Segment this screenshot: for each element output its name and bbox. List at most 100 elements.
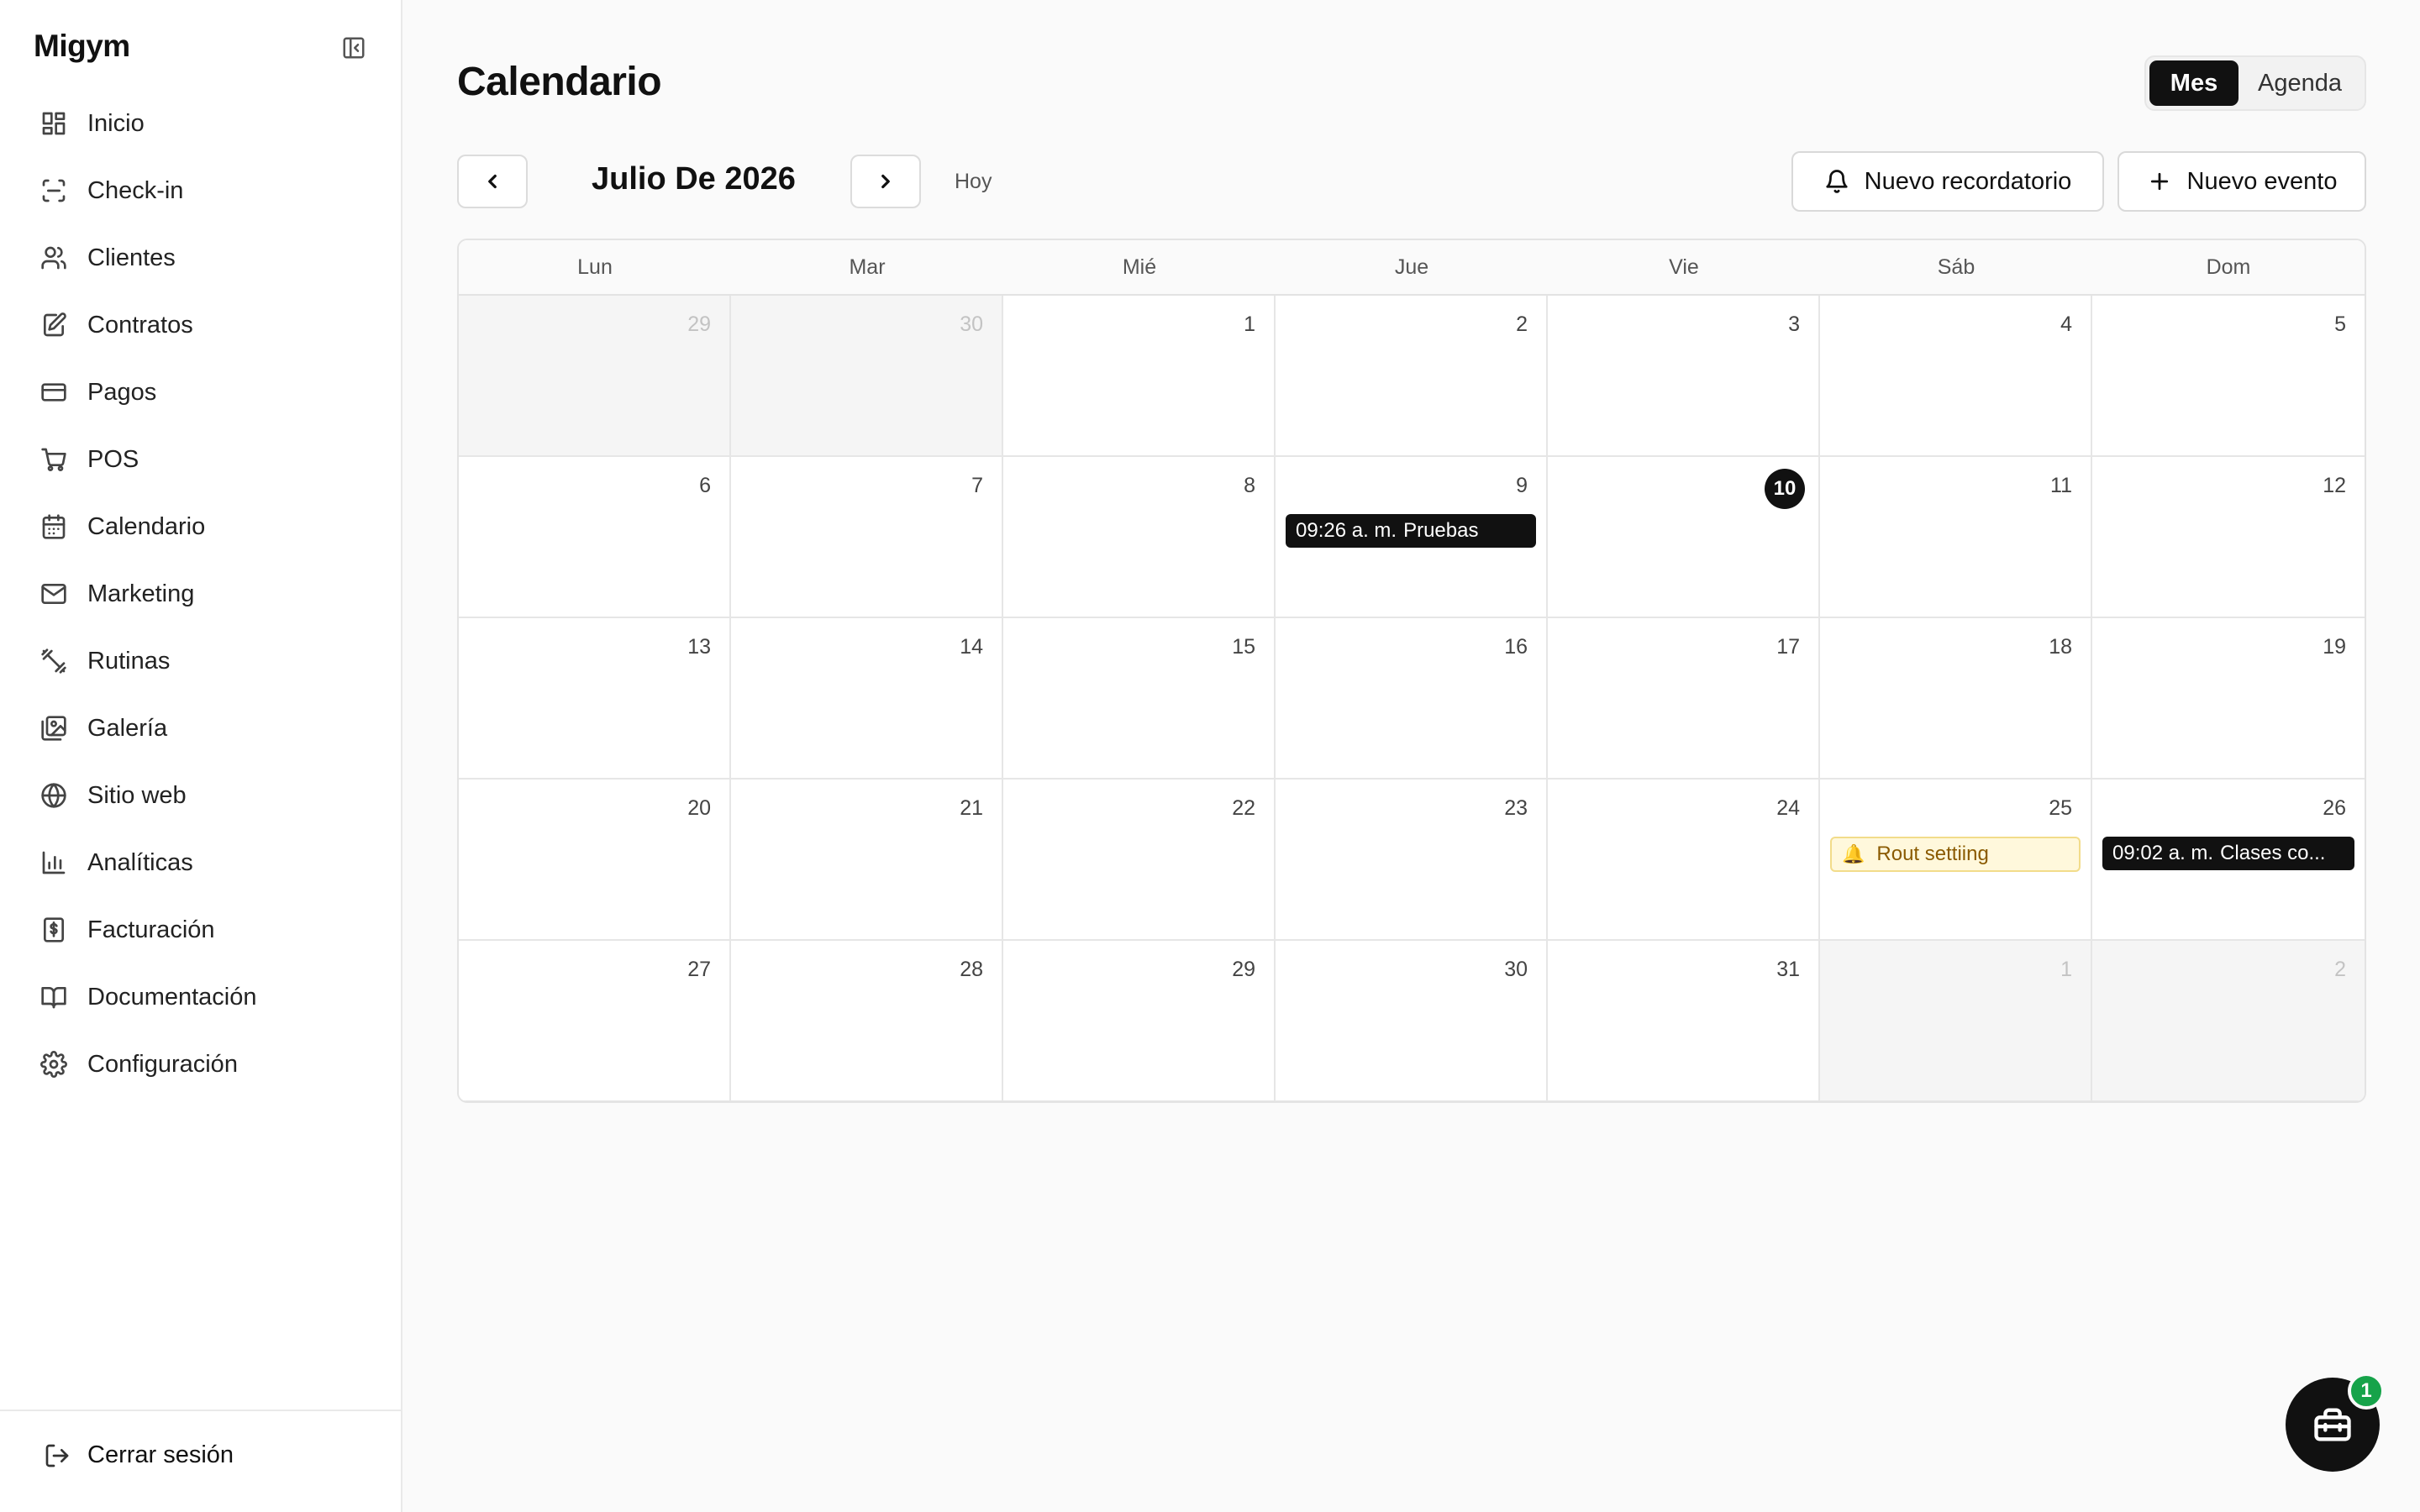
calendar-day[interactable]: 25 🔔 Rout settiing [1820,780,2092,941]
new-event-button[interactable]: Nuevo evento [2118,151,2366,212]
day-number: 23 [1504,796,1528,820]
calendar-day[interactable]: 19 [2092,618,2365,780]
sidebar-item-pos[interactable]: POS [17,426,387,493]
sidebar-item-label: Facturación [87,916,215,943]
calendar-day[interactable]: 23 [1276,780,1548,941]
today-button[interactable]: Hoy [955,170,992,194]
calendar-day[interactable]: 15 [1003,618,1276,780]
calendar-day[interactable]: 2 [1276,296,1548,457]
day-number: 2 [1516,312,1528,336]
sidebar-footer: Cerrar sesión [0,1410,402,1512]
calendar-day[interactable]: 2 [2092,941,2365,1101]
calendar-day[interactable]: 16 [1276,618,1548,780]
reminder-title: Rout settiing [1876,843,1989,865]
day-number: 9 [1516,474,1528,497]
weekday-label: Lun [577,255,613,279]
view-toggle: Mes Agenda [2144,55,2366,111]
view-month-button[interactable]: Mes [2149,60,2238,106]
sidebar-item-analiticas[interactable]: Analíticas [17,829,387,896]
calendar-day[interactable]: 21 [731,780,1003,941]
calendar-day[interactable]: 22 [1003,780,1276,941]
sidebar-nav: Inicio Check-in Clientes Contratos Pagos… [17,90,387,1098]
brand-logo[interactable]: Migym [34,29,130,64]
calendar-day[interactable]: 27 [459,941,731,1101]
calendar-event[interactable]: 09:26 a. m. Pruebas [1286,514,1536,548]
calendar-day[interactable]: 20 [459,780,731,941]
sidebar-item-rutinas[interactable]: Rutinas [17,627,387,695]
day-number: 14 [960,635,983,659]
sidebar-item-label: Calendario [87,512,206,540]
calendar-day[interactable]: 13 [459,618,731,780]
sidebar-item-sitio-web[interactable]: Sitio web [17,762,387,829]
new-reminder-button[interactable]: Nuevo recordatorio [1791,151,2104,212]
sidebar-item-marketing[interactable]: Marketing [17,560,387,627]
calendar-day[interactable]: 30 [1276,941,1548,1101]
bar-chart-icon [39,848,69,878]
calendar-day-today[interactable]: 10 [1548,457,1820,618]
day-number: 27 [687,958,711,981]
sidebar-item-label: Marketing [87,580,195,607]
calendar-day[interactable]: 9 09:26 a. m. Pruebas [1276,457,1548,618]
calendar-day[interactable]: 14 [731,618,1003,780]
sidebar-item-calendario[interactable]: Calendario [17,493,387,560]
calendar-day[interactable]: 17 [1548,618,1820,780]
calendar-day[interactable]: 29 [1003,941,1276,1101]
calendar-day[interactable]: 3 [1548,296,1820,457]
day-number: 22 [1232,796,1255,820]
day-number: 28 [960,958,983,981]
event-title: Pruebas [1403,519,1479,542]
calendar-day[interactable]: 7 [731,457,1003,618]
plus-icon [2150,172,2168,191]
weekday-label: Jue [1394,255,1429,279]
calendar-reminder[interactable]: 🔔 Rout settiing [1830,837,2081,872]
calendar-day[interactable]: 29 [459,296,731,457]
calendar-day[interactable]: 24 [1548,780,1820,941]
calendar-day[interactable]: 1 [1003,296,1276,457]
day-number: 12 [2323,474,2346,497]
calendar-day[interactable]: 31 [1548,941,1820,1101]
weekday-label: Mié [1122,255,1157,279]
weekday-label: Vie [1669,255,1699,279]
calendar-day[interactable]: 26 09:02 a. m. Clases co... [2092,780,2365,941]
gear-icon [39,1049,69,1079]
calendar-day[interactable]: 5 [2092,296,2365,457]
page-title: Calendario [457,60,662,104]
logout-button[interactable]: Cerrar sesión [44,1441,234,1469]
sidebar-collapse-icon[interactable] [339,34,368,62]
event-time: 09:26 a. m. [1296,519,1397,542]
sidebar-item-clientes[interactable]: Clientes [17,224,387,291]
sidebar-item-label: Rutinas [87,647,171,675]
calendar-day[interactable]: 11 [1820,457,2092,618]
calendar-day[interactable]: 18 [1820,618,2092,780]
next-month-button[interactable] [850,155,921,208]
calendar-event[interactable]: 09:02 a. m. Clases co... [2102,837,2354,870]
day-number: 2 [2334,958,2346,981]
sidebar-item-inicio[interactable]: Inicio [17,90,387,157]
sidebar-item-configuracion[interactable]: Configuración [17,1031,387,1098]
view-agenda-button[interactable]: Agenda [2238,60,2361,106]
sidebar-item-contratos[interactable]: Contratos [17,291,387,359]
calendar-day[interactable]: 8 [1003,457,1276,618]
calendar-day[interactable]: 4 [1820,296,2092,457]
sidebar-item-check-in[interactable]: Check-in [17,157,387,224]
cart-icon [39,444,69,475]
sidebar-item-documentacion[interactable]: Documentación [17,963,387,1031]
today-day-number: 10 [1765,469,1805,509]
calendar-day[interactable]: 12 [2092,457,2365,618]
sidebar-item-facturacion[interactable]: Facturación [17,896,387,963]
bell-icon: 🔔 [1842,843,1865,864]
day-number: 15 [1232,635,1255,659]
new-event-label: Nuevo evento [2186,167,2338,195]
sidebar-item-label: Analíticas [87,848,193,876]
book-icon [39,982,69,1012]
calendar-day[interactable]: 28 [731,941,1003,1101]
day-number: 31 [1776,958,1800,981]
notification-badge: 1 [2348,1373,2385,1410]
previous-month-button[interactable] [457,155,528,208]
calendar-day[interactable]: 1 [1820,941,2092,1101]
calendar-day[interactable]: 6 [459,457,731,618]
day-number: 30 [1504,958,1528,981]
sidebar-item-galeria[interactable]: Galería [17,695,387,762]
calendar-day[interactable]: 30 [731,296,1003,457]
sidebar-item-pagos[interactable]: Pagos [17,359,387,426]
